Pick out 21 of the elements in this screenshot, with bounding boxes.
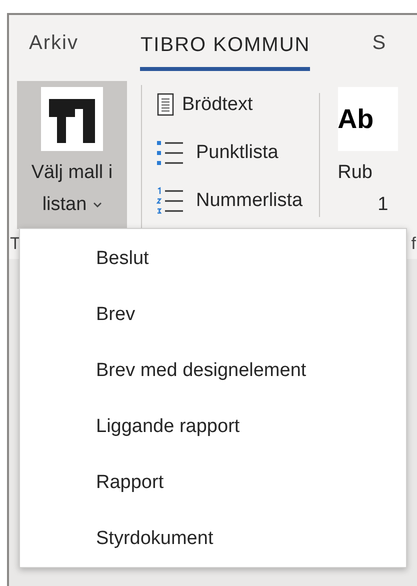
ribbon-tab[interactable]: TIBRO KOMMUN [140,15,310,71]
style-label: Rub [338,161,372,185]
menu-item[interactable]: Styrdokument [20,511,406,567]
menu-item[interactable]: Liggande rapport [20,399,406,455]
group-label: f [411,234,416,254]
menu-item[interactable]: Rapport [20,455,406,511]
style-button[interactable]: Nummerlista [156,179,303,223]
style-preview[interactable]: Ab [338,87,398,151]
style-button[interactable]: Brödtext [156,83,303,127]
ribbon-tab[interactable]: Arkiv [29,15,78,71]
menu-item[interactable]: Beslut [20,231,406,287]
group-label: T [10,234,20,254]
ribbon-tab[interactable]: S [372,15,387,71]
style-label: 1 [376,193,388,217]
style-button[interactable]: Punktlista [156,131,303,175]
document-icon [156,93,176,117]
chevron-icon [92,202,102,208]
menu-item[interactable]: Brev med designelement [20,343,406,399]
template-button[interactable]: Välj mall i listan [17,81,127,229]
logo-icon [41,87,103,151]
menu-item[interactable]: Brev [20,287,406,343]
